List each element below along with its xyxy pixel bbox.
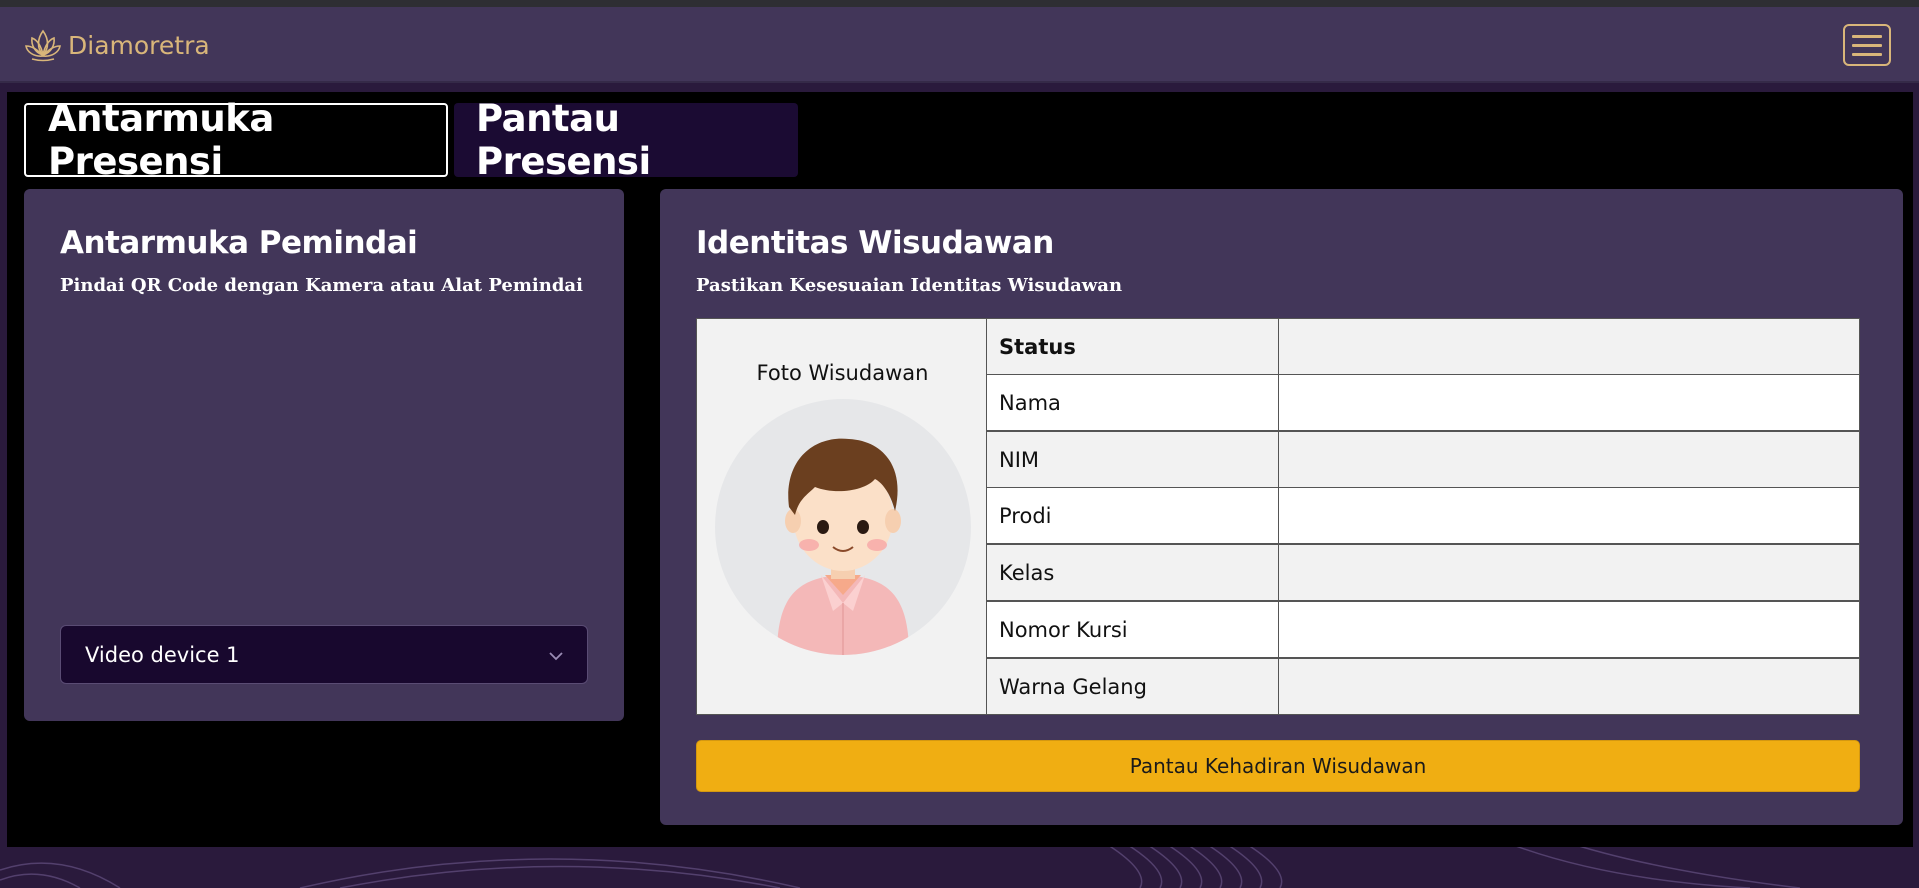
chevron-down-icon xyxy=(547,646,565,664)
row-value-nomor-kursi xyxy=(1279,602,1859,657)
row-value-warna-gelang xyxy=(1279,659,1859,714)
brand[interactable]: Diamoretra xyxy=(24,27,210,63)
identity-subtitle: Pastikan Kesesuaian Identitas Wisudawan xyxy=(696,275,1123,296)
scanner-title: Antarmuka Pemindai xyxy=(60,225,418,261)
photo-cell: Foto Wisudawan xyxy=(696,318,987,715)
row-value-status xyxy=(1279,319,1859,374)
lotus-icon xyxy=(24,27,62,63)
monitor-attendance-button[interactable]: Pantau Kehadiran Wisudawan xyxy=(696,740,1860,792)
row-value-nim xyxy=(1279,432,1859,487)
video-device-selected: Video device 1 xyxy=(85,642,240,667)
main-content: Antarmuka Presensi Pantau Presensi Antar… xyxy=(7,92,1913,847)
identity-table: Foto Wisudawan Status Nama NIM Prodi Kel… xyxy=(696,318,1860,715)
row-label-warna-gelang: Warna Gelang xyxy=(987,659,1279,714)
row-label-status: Status xyxy=(987,319,1279,374)
row-label-nim: NIM xyxy=(987,432,1279,487)
identity-card: Identitas Wisudawan Pastikan Kesesuaian … xyxy=(660,189,1903,825)
graduate-avatar xyxy=(715,399,971,655)
hamburger-icon-bar xyxy=(1852,52,1882,56)
photo-label: Foto Wisudawan xyxy=(756,361,929,385)
row-label-nomor-kursi: Nomor Kursi xyxy=(987,602,1279,657)
window-top-strip xyxy=(0,0,1919,7)
row-value-prodi xyxy=(1279,488,1859,543)
tab-antarmuka-presensi[interactable]: Antarmuka Presensi xyxy=(24,97,448,183)
table-row: Nama xyxy=(986,374,1860,431)
identity-rows: Status Nama NIM Prodi Kelas Nomor Kursi … xyxy=(986,318,1860,715)
scanner-subtitle: Pindai QR Code dengan Kamera atau Alat P… xyxy=(60,275,583,296)
background-pattern xyxy=(0,840,1919,888)
brand-name: Diamoretra xyxy=(68,30,210,60)
hamburger-icon-bar xyxy=(1852,34,1882,38)
identity-title: Identitas Wisudawan xyxy=(696,225,1054,261)
table-row: Nomor Kursi xyxy=(986,601,1860,658)
table-row: NIM xyxy=(986,431,1860,488)
row-value-kelas xyxy=(1279,545,1859,600)
navbar: Diamoretra xyxy=(0,7,1919,83)
tab-pantau-presensi[interactable]: Pantau Presensi xyxy=(454,97,798,183)
row-label-nama: Nama xyxy=(987,375,1279,430)
table-row: Prodi xyxy=(986,487,1860,544)
hamburger-menu-button[interactable] xyxy=(1843,24,1891,66)
video-device-select[interactable]: Video device 1 xyxy=(60,625,588,684)
table-row: Kelas xyxy=(986,544,1860,601)
scanner-card: Antarmuka Pemindai Pindai QR Code dengan… xyxy=(24,189,624,721)
row-label-kelas: Kelas xyxy=(987,545,1279,600)
row-value-nama xyxy=(1279,375,1859,430)
table-row: Status xyxy=(986,318,1860,375)
row-label-prodi: Prodi xyxy=(987,488,1279,543)
table-row: Warna Gelang xyxy=(986,658,1860,715)
hamburger-icon-bar xyxy=(1852,43,1882,47)
